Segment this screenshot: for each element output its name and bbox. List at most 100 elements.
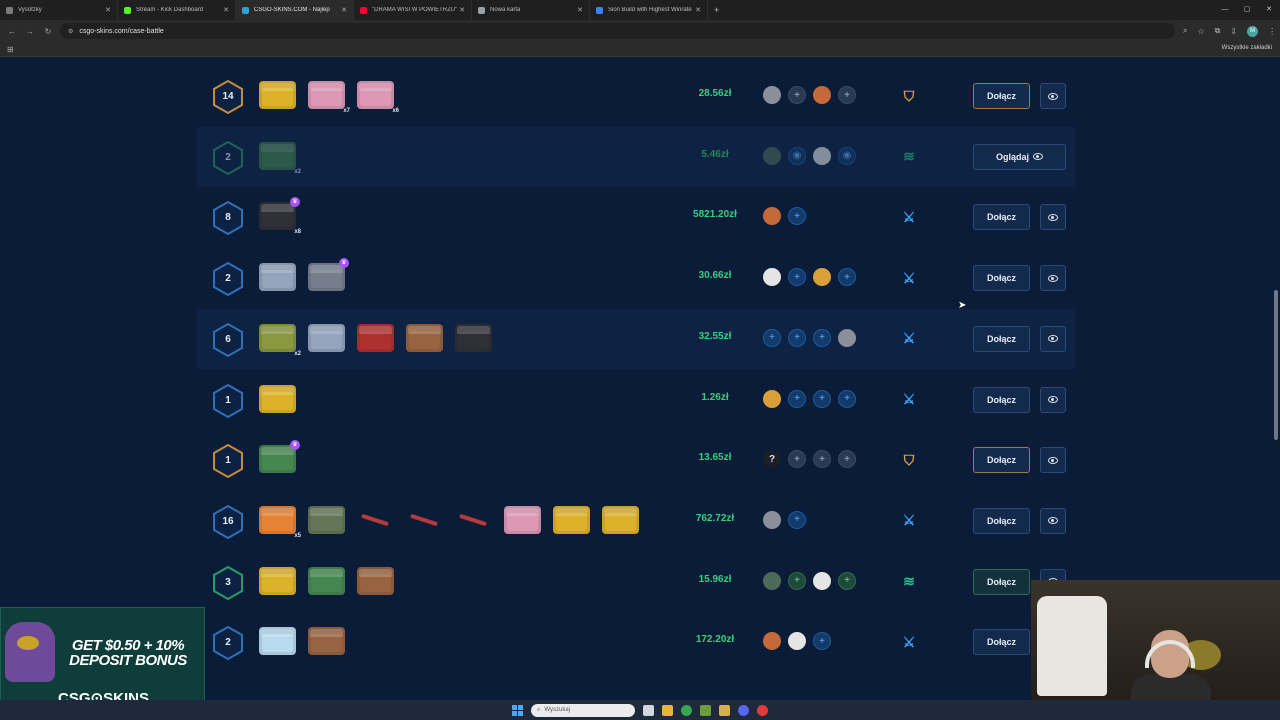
- spectate-button[interactable]: [1040, 265, 1066, 292]
- chrome-icon[interactable]: [681, 704, 692, 716]
- join-slot-plus-icon[interactable]: +: [813, 450, 831, 469]
- join-slot-plus-icon[interactable]: +: [838, 86, 856, 104]
- apps-icon[interactable]: ⊞: [7, 45, 14, 54]
- join-button[interactable]: Dołącz: [973, 447, 1030, 474]
- spectate-button[interactable]: [1040, 447, 1066, 474]
- minimize-button[interactable]: —: [1214, 0, 1236, 20]
- site-info-icon[interactable]: ⚙: [68, 28, 73, 35]
- spectate-button[interactable]: [1040, 325, 1066, 352]
- new-tab-button[interactable]: +: [714, 5, 719, 15]
- windows-start-icon[interactable]: [512, 704, 523, 716]
- player-avatar[interactable]: [763, 86, 781, 104]
- back-icon[interactable]: ←: [6, 27, 18, 36]
- bookmark-star-icon[interactable]: ☆: [1197, 27, 1204, 36]
- game-launcher-icon[interactable]: [719, 704, 730, 716]
- task-view-icon[interactable]: [643, 704, 654, 716]
- join-slot-plus-icon[interactable]: +: [788, 389, 806, 408]
- browser-tab[interactable]: Vysotzky ✕: [0, 0, 118, 20]
- join-slot-plus-icon[interactable]: +: [763, 328, 781, 347]
- spectate-button[interactable]: [1040, 83, 1066, 109]
- join-slot-plus-icon[interactable]: +: [813, 632, 831, 651]
- join-button[interactable]: Dołącz: [973, 386, 1030, 413]
- extensions-icon[interactable]: ⧉: [1215, 26, 1221, 36]
- battle-row[interactable]: 2 ♛ 30.66zł + + ⚔ Dołącz: [197, 248, 1075, 308]
- join-button[interactable]: Dołącz: [973, 507, 1030, 534]
- player-avatar[interactable]: [813, 268, 831, 287]
- join-slot-plus-icon[interactable]: +: [813, 328, 831, 347]
- join-button[interactable]: Dołącz: [973, 204, 1030, 231]
- zoom-icon[interactable]: ⌕: [1183, 26, 1187, 36]
- browser-tab[interactable]: Sion Build with Highest Winrate ✕: [590, 0, 708, 20]
- battle-row[interactable]: 2 x2 5.46zł ◉ ◉ ≋ Oglądaj: [197, 126, 1075, 187]
- join-slot-plus-icon[interactable]: +: [838, 268, 856, 287]
- forward-icon[interactable]: →: [24, 27, 36, 36]
- join-button[interactable]: Dołącz: [973, 629, 1030, 656]
- maximize-button[interactable]: ▢: [1236, 0, 1258, 20]
- all-bookmarks-link[interactable]: Wszystkie zakładki: [1222, 45, 1272, 51]
- player-avatar[interactable]: [813, 571, 831, 590]
- app-icon[interactable]: [700, 704, 711, 716]
- profile-avatar[interactable]: M: [1247, 25, 1259, 37]
- menu-icon[interactable]: ⋮: [1268, 27, 1276, 36]
- tab-close-icon[interactable]: ✕: [459, 6, 465, 14]
- join-slot-plus-icon[interactable]: +: [788, 268, 806, 287]
- battle-row[interactable]: 2 172.20zł + ⚔ Dołącz: [197, 612, 1075, 672]
- url-input[interactable]: ⚙ csgo-skins.com/case-battle: [60, 23, 1175, 39]
- case-image: x2: [259, 323, 301, 357]
- player-avatar[interactable]: [763, 510, 781, 529]
- battle-row[interactable]: 16 x5 762.72zł + ⚔ Dołącz: [197, 491, 1075, 551]
- join-slot-plus-icon[interactable]: +: [788, 86, 806, 104]
- close-window-button[interactable]: ✕: [1258, 0, 1280, 20]
- join-slot-plus-icon[interactable]: +: [838, 450, 856, 469]
- battle-row[interactable]: 14 x7 x6 28.56zł + + ⛉ Dołącz: [197, 66, 1075, 126]
- tab-close-icon[interactable]: ✕: [223, 6, 229, 14]
- crown-icon: ♛: [339, 258, 349, 269]
- taskbar-search[interactable]: ⌕ Wyszukaj: [531, 703, 635, 717]
- battle-row[interactable]: 6 x2 32.55zł + + + ⚔ Dołącz: [197, 308, 1075, 369]
- join-button[interactable]: Dołącz: [973, 265, 1030, 292]
- player-avatar[interactable]: [763, 632, 781, 651]
- file-explorer-icon[interactable]: [662, 704, 673, 716]
- player-avatar[interactable]: [813, 86, 831, 104]
- tab-close-icon[interactable]: ✕: [105, 6, 111, 14]
- join-slot-plus-icon[interactable]: +: [788, 510, 806, 529]
- player-avatar[interactable]: [763, 571, 781, 590]
- spectate-button[interactable]: [1040, 204, 1066, 231]
- join-button[interactable]: Dołącz: [973, 325, 1030, 352]
- join-slot-plus-icon[interactable]: +: [788, 450, 806, 469]
- spectate-button[interactable]: [1040, 507, 1066, 534]
- browser-tab[interactable]: Nowa karta ✕: [472, 0, 590, 20]
- player-avatar[interactable]: [763, 389, 781, 408]
- join-slot-plus-icon[interactable]: +: [788, 328, 806, 347]
- obs-icon[interactable]: [757, 704, 768, 716]
- tab-close-icon[interactable]: ✕: [341, 6, 347, 14]
- join-button[interactable]: Dołącz: [973, 83, 1030, 109]
- battle-row[interactable]: 3 15.96zł + + ≋ Dołącz: [197, 552, 1075, 612]
- browser-tab[interactable]: Stream - Kick Dashboard ✕: [118, 0, 236, 20]
- reload-icon[interactable]: ↻: [42, 27, 54, 36]
- player-avatar[interactable]: [813, 146, 831, 165]
- player-avatar[interactable]: [763, 268, 781, 287]
- join-slot-plus-icon[interactable]: +: [788, 207, 806, 226]
- tab-close-icon[interactable]: ✕: [695, 6, 701, 14]
- browser-tab[interactable]: CSGO-SKINS.COM - Najlep ✕: [236, 0, 354, 20]
- battle-row[interactable]: 8 x8 ♛ 5821.20zł + ⚔ Dołącz: [197, 187, 1075, 247]
- battle-row[interactable]: 1 ♛ 13.65zł? + + + ⛉ Dołącz: [197, 430, 1075, 490]
- join-slot-plus-icon[interactable]: +: [838, 389, 856, 408]
- player-avatar[interactable]: [763, 146, 781, 165]
- spectate-button[interactable]: [1040, 386, 1066, 413]
- page-scrollbar[interactable]: [1274, 290, 1278, 440]
- tab-close-icon[interactable]: ✕: [577, 6, 583, 14]
- player-avatar[interactable]: [838, 328, 856, 347]
- join-slot-plus-icon[interactable]: +: [813, 389, 831, 408]
- discord-icon[interactable]: [738, 704, 749, 716]
- join-button[interactable]: Dołącz: [973, 568, 1030, 595]
- join-slot-plus-icon[interactable]: +: [788, 571, 806, 590]
- player-avatar[interactable]: [788, 632, 806, 651]
- battle-row[interactable]: 1 1.26zł + + + ⚔ Dołącz: [197, 370, 1075, 430]
- player-avatar[interactable]: [763, 207, 781, 226]
- watch-button[interactable]: Oglądaj: [973, 143, 1066, 170]
- browser-tab[interactable]: "DRAMA WISI W POWIETRZU" ✕: [354, 0, 472, 20]
- downloads-icon[interactable]: ⇩: [1230, 27, 1237, 36]
- join-slot-plus-icon[interactable]: +: [838, 571, 856, 590]
